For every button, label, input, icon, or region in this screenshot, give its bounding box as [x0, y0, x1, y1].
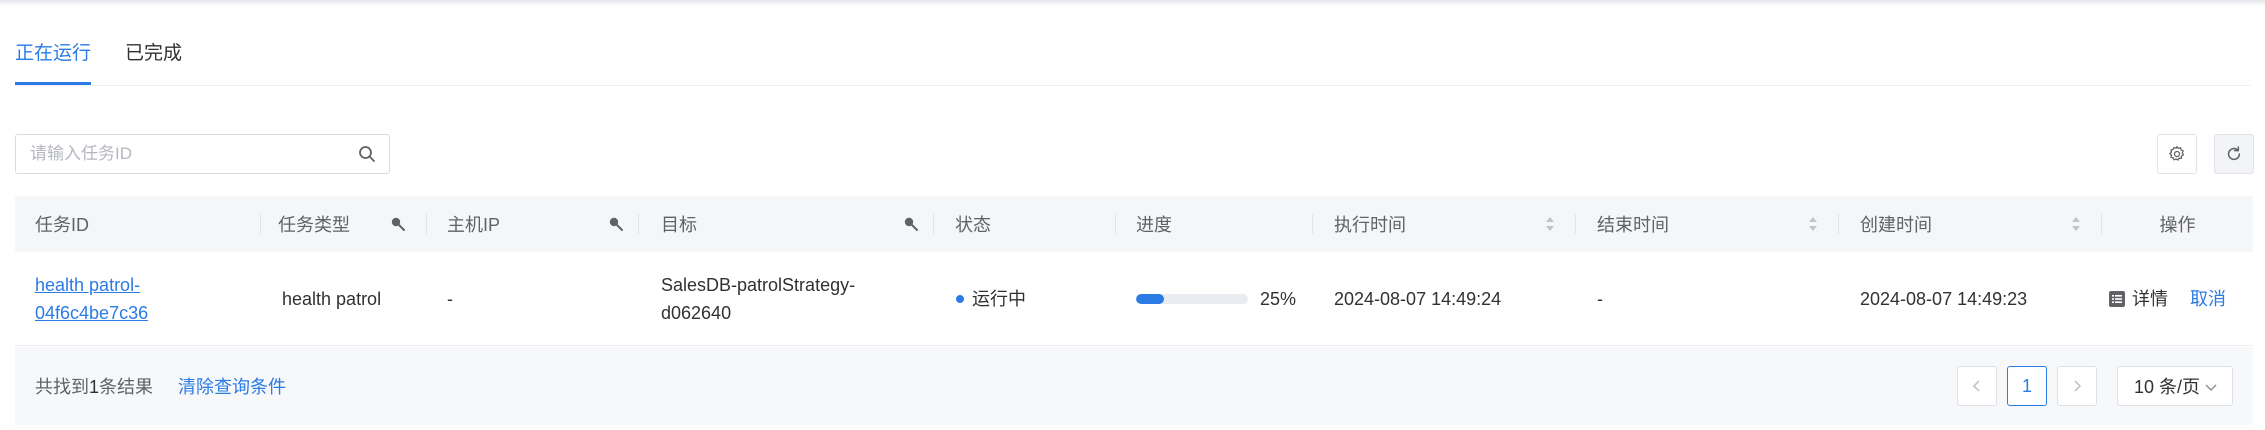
- column-label: 执行时间: [1334, 215, 1406, 235]
- result-count: 共找到1条结果: [35, 377, 154, 397]
- cell-host-ip: -: [447, 289, 453, 309]
- cell-created-time: 2024-08-07 14:49:23: [1860, 289, 2028, 309]
- cell-progress: 25%: [1136, 252, 1306, 346]
- column-header-target: 目标: [639, 196, 934, 252]
- column-header-exec-time: 执行时间: [1313, 196, 1576, 252]
- refresh-icon: [2227, 146, 2241, 161]
- column-label: 主机IP: [447, 215, 501, 235]
- status-dot-icon: [956, 295, 964, 303]
- column-label: 状态: [955, 215, 991, 235]
- gear-icon: [2169, 145, 2185, 161]
- table-footer: 共找到1条结果 清除查询条件 1 10 条/页: [15, 347, 2253, 425]
- column-header-host-ip: 主机IP: [427, 196, 639, 252]
- column-label: 任务类型: [278, 215, 350, 235]
- next-page-button[interactable]: [2057, 366, 2097, 406]
- column-label: 目标: [661, 215, 697, 235]
- column-header-actions: 操作: [2102, 196, 2253, 252]
- filter-search-icon[interactable]: [607, 215, 625, 233]
- table-row: health patrol- 04f6c4be7c36 health patro…: [15, 252, 2253, 346]
- sort-icon[interactable]: [2071, 214, 2081, 234]
- filter-search-icon[interactable]: [902, 215, 920, 233]
- column-header-task-id: 任务ID: [15, 196, 261, 252]
- chevron-right-icon: [2074, 380, 2082, 392]
- task-table: 任务ID 任务类型 主机IP 目标 状态 进度 执行时间 结束时间 创建时间 操…: [15, 196, 2253, 346]
- page-number-button[interactable]: 1: [2007, 366, 2047, 406]
- column-header-progress: 进度: [1116, 196, 1313, 252]
- sort-icon[interactable]: [1545, 214, 1555, 234]
- task-search-box: [15, 134, 390, 174]
- cell-status: 运行中: [956, 252, 1106, 346]
- cell-task-id: health patrol- 04f6c4be7c36: [35, 252, 255, 346]
- detail-button[interactable]: 详情: [2108, 285, 2168, 313]
- column-label: 任务ID: [35, 215, 89, 235]
- sort-icon[interactable]: [1808, 214, 1818, 234]
- filter-search-icon[interactable]: [389, 215, 407, 233]
- progress-bar: [1136, 294, 1248, 304]
- progress-percent: 25%: [1260, 289, 1297, 309]
- page-size-select[interactable]: 10 条/页: [2117, 366, 2233, 406]
- task-id-search-input[interactable]: [30, 135, 340, 173]
- cell-end-time: -: [1597, 289, 1603, 309]
- column-label: 操作: [2159, 215, 2196, 235]
- cell-actions: 详情 取消: [2108, 252, 2253, 346]
- tab-running[interactable]: 正在运行: [15, 42, 92, 85]
- document-list-icon: [2109, 291, 2125, 307]
- progress-bar-fill: [1136, 294, 1164, 304]
- column-header-task-type: 任务类型: [261, 196, 427, 252]
- search-icon[interactable]: [357, 144, 377, 164]
- clear-filters-link[interactable]: 清除查询条件: [178, 373, 286, 399]
- cell-exec-time: 2024-08-07 14:49:24: [1334, 289, 1502, 309]
- status-tabs: 正在运行 已完成: [15, 0, 2250, 86]
- column-header-created-time: 创建时间: [1839, 196, 2102, 252]
- column-label: 进度: [1136, 215, 1172, 235]
- task-id-link[interactable]: health patrol- 04f6c4be7c36: [35, 271, 148, 327]
- chevron-left-icon: [1972, 380, 1980, 392]
- refresh-button[interactable]: [2214, 134, 2254, 174]
- column-settings-button[interactable]: [2157, 134, 2197, 174]
- chevron-down-icon: [2205, 384, 2217, 392]
- status-text: 运行中: [972, 289, 1026, 309]
- column-label: 结束时间: [1597, 215, 1669, 235]
- tab-completed[interactable]: 已完成: [125, 42, 182, 66]
- cancel-task-button[interactable]: 取消: [2190, 285, 2226, 313]
- cell-task-type: health patrol: [282, 289, 382, 309]
- cell-target: SalesDB-patrolStrategy- d062640: [661, 275, 856, 323]
- prev-page-button[interactable]: [1957, 366, 1997, 406]
- column-label: 创建时间: [1860, 215, 1932, 235]
- table-header: 任务ID 任务类型 主机IP 目标 状态 进度 执行时间 结束时间 创建时间 操…: [15, 196, 2253, 252]
- column-header-status: 状态: [934, 196, 1116, 252]
- column-header-end-time: 结束时间: [1576, 196, 1839, 252]
